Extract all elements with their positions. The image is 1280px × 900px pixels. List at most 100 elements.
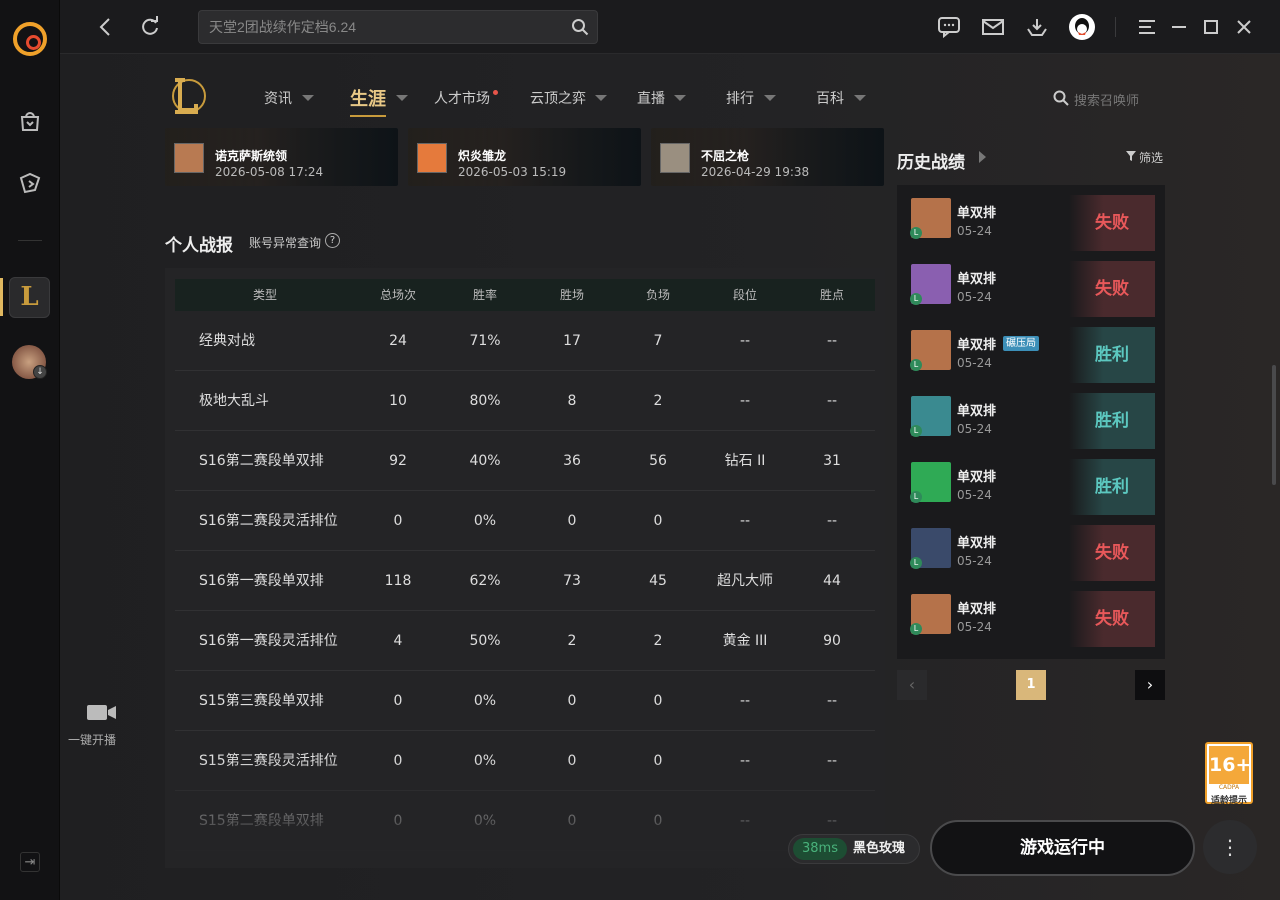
- recent-match-card[interactable]: 诺克萨斯统领 2026-05-08 17:24: [165, 128, 398, 186]
- rail-active-indicator: [0, 278, 3, 316]
- chevron-down-icon: [854, 95, 866, 101]
- match-result: 失败: [1069, 525, 1155, 581]
- table-cell: 62%: [469, 573, 501, 589]
- level-icon: L: [910, 227, 922, 239]
- close-icon[interactable]: [1232, 15, 1256, 39]
- history-match[interactable]: L 单双排 碾压局 05-24 胜利: [897, 317, 1165, 383]
- level-icon: L: [910, 557, 922, 569]
- back-button[interactable]: [93, 14, 119, 40]
- lol-nav-logo[interactable]: [167, 74, 207, 118]
- table-cell: 90: [823, 633, 841, 649]
- table-cell: 钻石 II: [724, 453, 766, 469]
- recent-match-card[interactable]: 炽炎雏龙 2026-05-03 15:19: [408, 128, 641, 186]
- table-cell: 50%: [469, 633, 501, 649]
- next-page-button[interactable]: ›: [1135, 670, 1165, 700]
- maximize-icon[interactable]: [1199, 15, 1223, 39]
- page-scrollbar[interactable]: [1272, 365, 1276, 485]
- table-fade: [165, 758, 885, 868]
- server-status[interactable]: 38ms 黑色玫瑰: [788, 834, 920, 864]
- download-icon[interactable]: [1025, 15, 1049, 39]
- nav-ranking[interactable]: 排行: [726, 88, 754, 108]
- history-match[interactable]: L 单双排 05-24 失败: [897, 251, 1165, 317]
- search-icon[interactable]: [571, 18, 589, 36]
- game-running-button[interactable]: 游戏运行中: [930, 820, 1195, 876]
- divider: [1115, 17, 1116, 37]
- menu-icon[interactable]: [1135, 15, 1159, 39]
- history-match[interactable]: L 单双排 05-24 失败: [897, 185, 1165, 251]
- column-header: 胜点: [819, 288, 844, 302]
- mail-icon[interactable]: [981, 15, 1005, 39]
- table-cell: 31: [823, 453, 841, 469]
- column-header: 胜场: [559, 288, 584, 302]
- collapse-rail-icon[interactable]: ⇥: [20, 852, 40, 872]
- row-type: S15第三赛段单双排: [199, 693, 324, 709]
- history-match[interactable]: L 单双排 05-24 失败: [897, 581, 1165, 647]
- nav-news[interactable]: 资讯: [264, 88, 292, 108]
- game-nav: 资讯 生涯 人才市场 云顶之弈 直播 排行 百科 搜索召唤师: [60, 54, 1280, 128]
- nav-tft[interactable]: 云顶之弈: [530, 88, 586, 108]
- table-row: S15第三赛段单双排 0 0% 0 0 -- --: [175, 671, 875, 731]
- column-header: 负场: [645, 288, 670, 302]
- table-cell: 0: [393, 693, 403, 709]
- age-rating-badge: 16+ CADPA 适龄提示: [1205, 742, 1253, 806]
- age-cadpa: CADPA: [1218, 784, 1240, 791]
- table-row: S16第一赛段单双排 118 62% 73 45 超凡大师 44: [175, 551, 875, 611]
- page-number[interactable]: 1: [1016, 670, 1046, 700]
- one-click-live-label[interactable]: 一键开播: [68, 731, 116, 748]
- help-icon[interactable]: ?: [325, 233, 340, 248]
- history-title[interactable]: 历史战绩: [897, 148, 965, 173]
- minimize-icon[interactable]: [1167, 15, 1191, 39]
- nav-live[interactable]: 直播: [637, 88, 665, 108]
- recent-match-card[interactable]: 不屈之枪 2026-04-29 19:38: [651, 128, 884, 186]
- download-badge-icon: ↓: [33, 365, 47, 379]
- summoner-search[interactable]: 搜索召唤师: [1074, 90, 1139, 109]
- match-result: 失败: [1069, 261, 1155, 317]
- chevron-down-icon: [674, 95, 686, 101]
- rail-game-lol[interactable]: L: [9, 277, 50, 318]
- match-result: 胜利: [1069, 327, 1155, 383]
- search-input[interactable]: [209, 11, 559, 43]
- champion-name: 诺克萨斯统领: [215, 149, 288, 163]
- video-camera-icon[interactable]: [85, 702, 117, 722]
- history-panel: L 单双排 05-24 失败 L 单双排 05-24 失败 L 单双排 碾压局 05-24 胜利 L 单双排…: [897, 185, 1165, 659]
- table-row: S16第一赛段灵活排位 4 50% 2 2 黄金 III 90: [175, 611, 875, 671]
- table-header: 类型 总场次 胜率 胜场 负场 段位 胜点: [175, 279, 875, 311]
- chat-icon[interactable]: [937, 15, 961, 39]
- table-cell: 0%: [473, 693, 497, 709]
- table-cell: --: [739, 513, 751, 529]
- table-cell: 56: [649, 453, 667, 469]
- nav-wiki[interactable]: 百科: [816, 88, 844, 108]
- history-match[interactable]: L 单双排 05-24 胜利: [897, 383, 1165, 449]
- table-cell: 44: [823, 573, 841, 589]
- store-icon[interactable]: [16, 108, 44, 136]
- avatar[interactable]: [1069, 14, 1095, 40]
- level-icon: L: [910, 359, 922, 371]
- nav-career[interactable]: 生涯: [350, 85, 386, 117]
- search-icon[interactable]: [1053, 90, 1069, 106]
- table-cell: 92: [389, 453, 407, 469]
- more-options-button[interactable]: ⋮: [1203, 820, 1257, 874]
- account-check-link[interactable]: 账号异常查询: [249, 234, 321, 251]
- match-result: 胜利: [1069, 393, 1155, 449]
- refresh-button[interactable]: [137, 14, 163, 40]
- table-cell: 0: [393, 513, 403, 529]
- games-icon[interactable]: [16, 170, 44, 198]
- champion-avatar: [660, 143, 690, 173]
- level-icon: L: [910, 293, 922, 305]
- table-cell: 24: [389, 333, 407, 349]
- match-result: 失败: [1069, 195, 1155, 251]
- match-date: 05-24: [957, 422, 992, 436]
- nav-talent-market[interactable]: 人才市场: [434, 88, 490, 108]
- chevron-right-icon[interactable]: [979, 151, 986, 163]
- filter-button[interactable]: 筛选: [1139, 149, 1163, 166]
- filter-icon[interactable]: [1126, 151, 1136, 161]
- chevron-down-icon: [302, 95, 314, 101]
- column-header: 胜率: [472, 288, 497, 302]
- client-logo-icon[interactable]: [13, 22, 47, 56]
- history-match[interactable]: L 单双排 05-24 胜利: [897, 449, 1165, 515]
- table-cell: --: [826, 693, 838, 709]
- prev-page-button[interactable]: ‹: [897, 670, 927, 700]
- match-date: 05-24: [957, 554, 992, 568]
- table-row: S16第二赛段灵活排位 0 0% 0 0 -- --: [175, 491, 875, 551]
- history-match[interactable]: L 单双排 05-24 失败: [897, 515, 1165, 581]
